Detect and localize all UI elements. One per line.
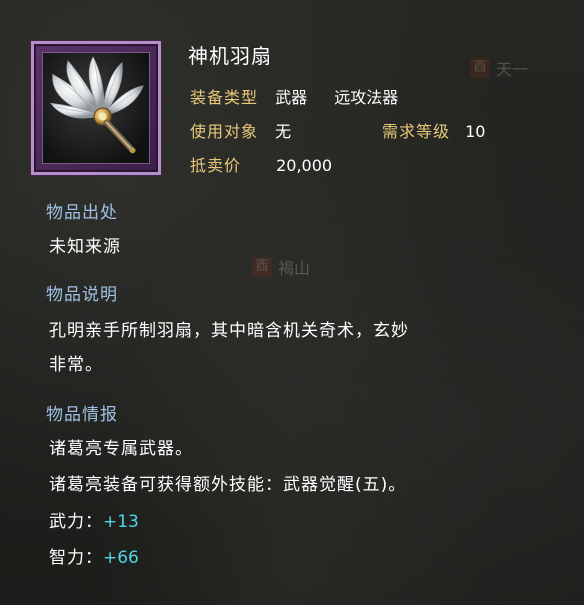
item-price-row: 抵卖价 20,000 [190, 152, 332, 176]
stat-label: 武力： [49, 512, 103, 532]
stat-label: 智力： [49, 548, 103, 568]
item-level-value: 10 [465, 122, 486, 141]
item-subtype-value: 远攻法器 [334, 88, 399, 107]
item-level-row: 需求等级 10 [382, 118, 485, 142]
origin-heading: 物品出处 [46, 203, 118, 223]
item-type-row: 装备类型 武器 远攻法器 [190, 84, 398, 108]
description-heading: 物品说明 [46, 285, 118, 305]
map-marker-seal: 酉 [252, 257, 272, 277]
info-line-1: 诸葛亮专属武器。 [49, 439, 193, 459]
description-line-1: 孔明亲手所制羽扇，其中暗含机关奇术，玄妙 [49, 321, 409, 341]
map-marker-label: 天一 [496, 60, 529, 79]
description-line-2: 非常。 [49, 355, 103, 375]
stat-value: +13 [103, 512, 139, 532]
item-target-row: 使用对象 无 [190, 118, 291, 142]
item-price-label: 抵卖价 [190, 156, 242, 175]
item-type-label: 装备类型 [190, 88, 259, 107]
item-price-value: 20,000 [276, 156, 333, 175]
item-level-label: 需求等级 [382, 122, 451, 141]
item-type-value: 武器 [275, 88, 308, 107]
item-name: 神机羽扇 [188, 44, 272, 68]
stat-row-strength: 武力：+13 [49, 507, 139, 532]
origin-text: 未知来源 [49, 237, 121, 257]
stat-value: +66 [103, 548, 139, 568]
item-tooltip-panel: 酉天一 酉褐山 神机羽扇 装备类型 武器 远攻法器 使用对象 无 需求等级 10… [0, 0, 584, 605]
info-heading: 物品情报 [46, 405, 118, 425]
map-marker-tianyi: 酉天一 [470, 56, 528, 80]
item-target-label: 使用对象 [190, 122, 259, 141]
item-target-value: 无 [275, 122, 292, 141]
map-marker-seal: 酉 [470, 58, 490, 78]
info-line-2: 诸葛亮装备可获得额外技能：武器觉醒(五)。 [49, 475, 407, 495]
map-marker-label: 褐山 [278, 259, 311, 278]
item-icon-frame [31, 41, 161, 175]
map-marker-heshan: 酉褐山 [252, 255, 310, 279]
feather-fan-icon [42, 52, 150, 164]
stat-row-intelligence: 智力：+66 [49, 543, 139, 568]
